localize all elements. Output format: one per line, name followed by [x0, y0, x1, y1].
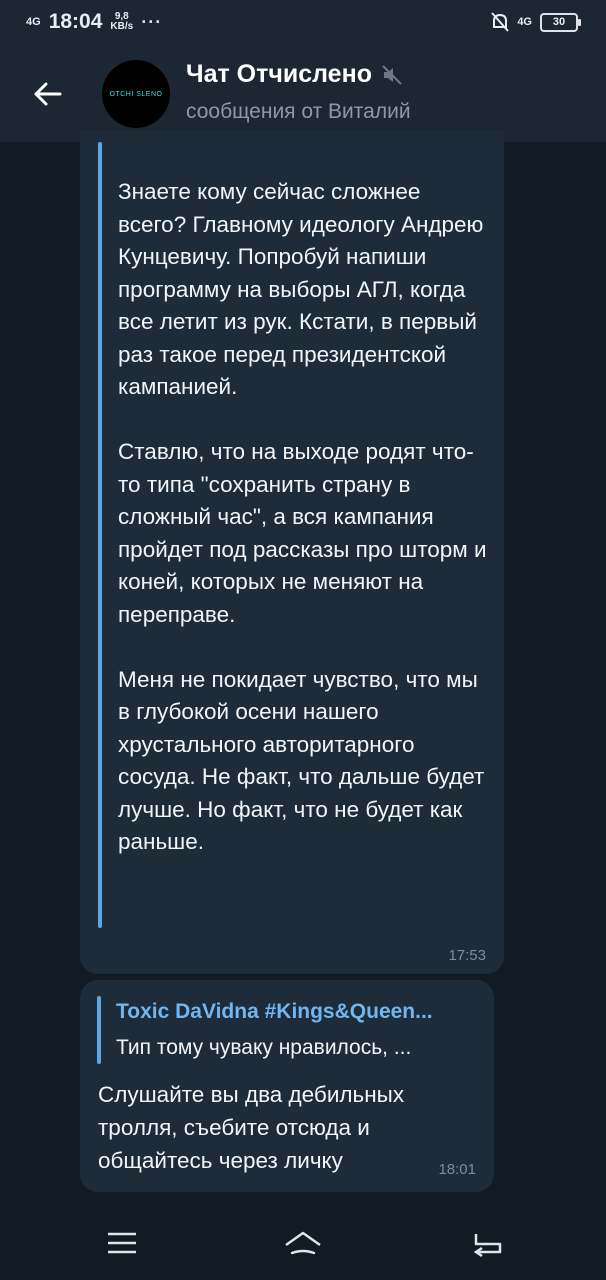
status-bar: 4G 18:04 9,8 KB/s ··· 4G 30 [0, 0, 606, 46]
arrow-left-icon[interactable] [28, 74, 68, 114]
chat-header: OTCHI SLENO Чат Отчислено сообщения от В… [0, 46, 606, 142]
menu-icon[interactable] [104, 1228, 144, 1258]
avatar-logo-text: OTCHI SLENO [109, 90, 163, 98]
chat-title: Чат Отчислено [186, 60, 372, 88]
battery-level: 30 [552, 15, 566, 28]
message-text: Знаете кому сейчас сложнее всего? Главно… [118, 179, 487, 854]
message-time: 18:01 [438, 1161, 476, 1178]
return-icon[interactable] [470, 1228, 510, 1258]
reply-preview-text[interactable]: Тип тому чуваку нравилось, ... [116, 1036, 478, 1060]
message-text: Слушайте вы два дебильных тролля, съебит… [98, 1082, 405, 1173]
message-bubble[interactable]: Знаете кому сейчас сложнее всего? Главно… [80, 130, 504, 974]
message-time: 17:53 [448, 947, 486, 964]
reply-author[interactable]: Toxic DaVidna #Kings&Queen... [116, 1000, 478, 1024]
reply-quote-bar [97, 996, 101, 1064]
avatar[interactable]: OTCHI SLENO [102, 60, 170, 128]
quote-bar [98, 142, 102, 928]
muted-speaker-icon [382, 64, 402, 85]
home-icon[interactable] [283, 1228, 323, 1258]
chat-title-area[interactable]: Чат Отчислено [186, 60, 404, 89]
network-speed-unit: KB/s [110, 21, 134, 32]
network-speed: 9,8 KB/s [110, 12, 133, 32]
mobile-network-label: 4G [517, 16, 532, 28]
chat-subtitle: сообщения от Виталий [186, 100, 411, 123]
status-time: 18:04 [48, 10, 103, 33]
notifications-off-icon [491, 12, 510, 32]
battery-icon: 30 [540, 12, 581, 32]
system-navigation-bar [0, 1200, 606, 1280]
message-bubble[interactable]: Toxic DaVidna #Kings&Queen... Тип тому ч… [80, 980, 494, 1192]
signal-network-label: 4G [26, 16, 41, 28]
more-notifications-icon: ··· [141, 11, 163, 32]
